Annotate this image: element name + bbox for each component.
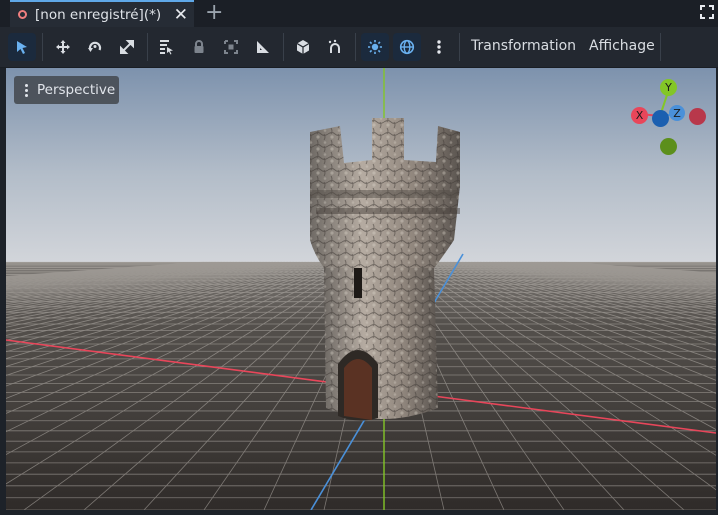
- transformation-menu[interactable]: Transformation: [471, 38, 576, 54]
- toolbar-separator: [660, 33, 661, 61]
- more-options-button[interactable]: [425, 33, 453, 61]
- local-space-button[interactable]: [289, 33, 317, 61]
- group-button[interactable]: [217, 33, 245, 61]
- list-select-button[interactable]: [152, 33, 180, 61]
- toolbar-separator: [283, 33, 284, 61]
- unsaved-dot-icon: [18, 10, 27, 19]
- group-icon: [224, 40, 238, 54]
- add-tab-icon[interactable]: +: [205, 1, 223, 25]
- snap-icon: [328, 39, 340, 53]
- rotate-mode-button[interactable]: [81, 33, 109, 61]
- scale-icon: [120, 40, 134, 54]
- toolbar-separator: [42, 33, 43, 61]
- menu-dots-icon: [24, 83, 28, 97]
- rotate-icon: [88, 41, 102, 52]
- gizmo-neg-x-axis[interactable]: [689, 108, 706, 125]
- select-icon: [17, 41, 27, 54]
- gizmo-neg-z-axis[interactable]: [652, 110, 669, 127]
- view-orientation-gizmo[interactable]: Y X Z: [626, 76, 716, 158]
- gizmo-z-axis[interactable]: Z: [669, 105, 685, 121]
- more-icon: [437, 40, 441, 54]
- list-select-icon: [160, 40, 173, 55]
- preview-environment-button[interactable]: [393, 33, 421, 61]
- toolbar-separator: [147, 33, 148, 61]
- view-menu[interactable]: Affichage: [589, 38, 655, 54]
- select-mode-button[interactable]: [8, 33, 36, 61]
- panel-bottom-edge: [0, 510, 718, 515]
- viewport-scene: [6, 68, 716, 510]
- lock-button[interactable]: [185, 33, 213, 61]
- scene-tab-bar: [non enregistré](*) ✕ +: [0, 0, 718, 27]
- perspective-label: Perspective: [37, 82, 116, 98]
- move-icon: [56, 40, 70, 54]
- gizmo-x-axis[interactable]: X: [631, 107, 648, 124]
- snap-button[interactable]: [321, 33, 349, 61]
- gizmo-neg-y-axis[interactable]: [660, 138, 677, 155]
- close-icon[interactable]: ✕: [174, 4, 188, 26]
- preview-sun-button[interactable]: [361, 33, 389, 61]
- 3d-viewport[interactable]: Perspective Y X Z: [6, 68, 716, 510]
- scene-tab-title: [non enregistré](*): [35, 6, 162, 23]
- move-mode-button[interactable]: [49, 33, 77, 61]
- gizmo-y-axis[interactable]: Y: [660, 79, 677, 96]
- viewport-toolbar: Transformation Affichage: [0, 27, 718, 68]
- cube-icon: [296, 40, 310, 54]
- maximize-icon[interactable]: [700, 5, 714, 19]
- toolbar-separator: [459, 33, 460, 61]
- environment-icon: [399, 39, 415, 55]
- scene-tab[interactable]: [non enregistré](*) ✕: [10, 0, 194, 27]
- perspective-menu-button[interactable]: Perspective: [14, 76, 119, 104]
- ruler-button[interactable]: [249, 33, 277, 61]
- ruler-icon: [257, 41, 269, 53]
- scale-mode-button[interactable]: [113, 33, 141, 61]
- sun-icon: [368, 40, 382, 54]
- lock-icon: [194, 40, 204, 53]
- toolbar-separator: [355, 33, 356, 61]
